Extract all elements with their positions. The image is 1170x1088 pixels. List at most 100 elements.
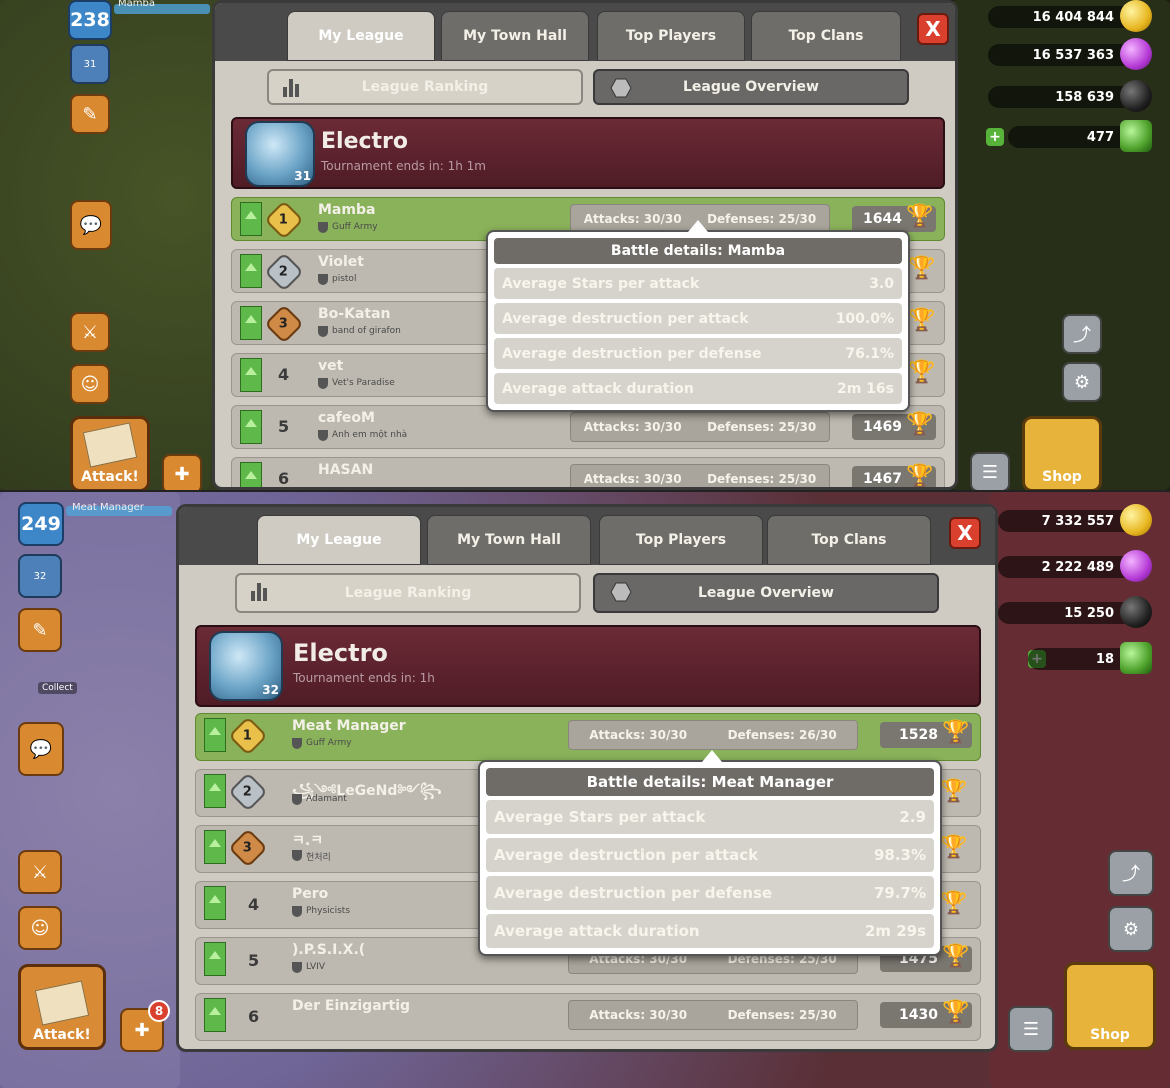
add-gems-button[interactable]: + — [986, 128, 1004, 146]
trophy-count: 1469 🏆 — [852, 412, 936, 440]
gem-counter: 477 — [1008, 120, 1152, 152]
edit-layout-icon[interactable]: ⤴ — [1062, 314, 1102, 354]
tab-label: My Town Hall — [457, 532, 561, 548]
rank-number: 1 — [243, 728, 253, 744]
rank-gold-badge-icon: 1 — [264, 200, 304, 240]
battle-details-popup: Battle details: Mamba Average Stars per … — [486, 220, 910, 412]
stat-label: Average attack duration — [502, 380, 694, 397]
edit-layout-icon[interactable]: ⤴ — [1108, 850, 1154, 896]
shop-button[interactable]: Shop — [1064, 962, 1156, 1050]
dark-elixir-counter: 158 639 — [988, 80, 1152, 112]
rank-bronze-badge-icon: 3 — [264, 304, 304, 344]
league-overview-button[interactable]: League Overview — [593, 573, 939, 613]
clan-name: Adamant — [306, 794, 347, 804]
promotion-arrow-icon — [204, 830, 226, 864]
rank-number: 5 — [278, 417, 290, 436]
stat-row: Average destruction per defense 79.7% — [486, 876, 934, 910]
player-level-badge[interactable]: 249 — [18, 502, 64, 546]
player-level-badge[interactable]: 238 — [68, 0, 112, 40]
promotion-arrow-icon — [240, 254, 262, 288]
league-ranking-button[interactable]: League Ranking — [267, 69, 583, 105]
close-button[interactable]: X — [917, 13, 949, 45]
player-level: 238 — [70, 9, 110, 31]
clan-badge-icon — [292, 850, 302, 861]
promotion-arrow-icon — [240, 358, 262, 392]
settings-gear-icon[interactable]: ⚙ — [1108, 906, 1154, 952]
trophy-icon: 🏆 — [908, 308, 936, 333]
shop-button[interactable]: Shop — [1022, 416, 1102, 490]
tab-top-players[interactable]: Top Players — [599, 515, 763, 565]
trophy-value: 1469 — [863, 419, 902, 435]
player-name: Bo-Katan — [318, 306, 391, 322]
ranking-row[interactable]: 6 Der Einzigartig Attacks: 30/30 Defenses… — [195, 993, 981, 1041]
trophy-icon: 🏆 — [942, 720, 970, 745]
swords-icon[interactable]: ⚔ — [18, 850, 62, 894]
builder-icon[interactable]: ☺ — [70, 364, 110, 404]
clan-name: pistol — [332, 274, 357, 284]
tab-my-town-hall[interactable]: My Town Hall — [427, 515, 591, 565]
attack-defense-stats: Attacks: 30/30 Defenses: 26/30 — [568, 720, 858, 750]
promotion-arrow-icon — [204, 886, 226, 920]
map-icon — [34, 980, 90, 1026]
notification-count: 8 — [154, 1004, 164, 1018]
league-name: Electro — [293, 639, 388, 667]
cwl-icon[interactable]: ✚ — [162, 454, 202, 490]
trophy-count: 1644 🏆 — [852, 204, 936, 232]
attack-button[interactable]: Attack! — [70, 416, 150, 490]
tab-my-league[interactable]: My League — [287, 11, 435, 61]
tab-top-players[interactable]: Top Players — [597, 11, 745, 61]
chat-icon[interactable]: 💬 — [70, 200, 112, 250]
settings-gear-icon[interactable]: ⚙ — [1062, 362, 1102, 402]
rank-gold-badge-icon: 1 — [228, 716, 268, 756]
player-name: Der Einzigartig — [292, 998, 411, 1014]
tab-top-clans[interactable]: Top Clans — [751, 11, 901, 61]
ranking-row[interactable]: 1 Meat Manager Guff Army Attacks: 30/30 D… — [195, 713, 981, 761]
notification-badge: 8 — [148, 1000, 170, 1022]
stat-value: 3.0 — [869, 275, 894, 292]
tab-my-league[interactable]: My League — [257, 515, 421, 565]
defenses-stat: Defenses: 25/30 — [707, 212, 817, 226]
dark-elixir-icon — [1120, 596, 1152, 628]
elixir-amount: 2 222 489 — [1041, 559, 1114, 575]
tab-my-town-hall[interactable]: My Town Hall — [441, 11, 589, 61]
news-icon[interactable]: ☰ — [970, 452, 1010, 490]
attacks-stat: Attacks: 30/30 — [583, 472, 682, 486]
attacks-stat: Attacks: 30/30 — [589, 728, 688, 742]
ranking-row[interactable]: 6 HASAN Attacks: 30/30 Defenses: 25/30 14… — [231, 457, 945, 487]
stat-label: Average Stars per attack — [494, 808, 706, 826]
trophy-value: 1528 — [899, 727, 938, 743]
league-ranking-button[interactable]: League Ranking — [235, 573, 581, 613]
player-name: ㅋ.ㅋ — [292, 833, 324, 849]
tasks-icon[interactable]: ✎ — [70, 94, 110, 134]
league-name: Electro — [321, 129, 409, 154]
close-button[interactable]: X — [949, 517, 981, 549]
rank-number: 1 — [279, 212, 289, 228]
builder-icon[interactable]: ☺ — [18, 906, 62, 950]
league-icon-button[interactable]: 32 — [18, 554, 62, 598]
gem-amount: 477 — [1086, 129, 1114, 145]
chat-icon[interactable]: 💬 — [18, 722, 64, 776]
player-name: vet — [318, 358, 344, 374]
hexagon-icon — [610, 78, 632, 98]
trophy-count: 1467 🏆 — [852, 464, 936, 487]
tasks-icon[interactable]: ✎ — [18, 608, 62, 652]
trophy-icon: 🏆 — [940, 779, 968, 804]
news-icon[interactable]: ☰ — [1008, 1006, 1054, 1052]
league-icon-button[interactable]: 31 — [70, 44, 110, 84]
elixir-icon — [1120, 550, 1152, 582]
attack-label: Attack! — [81, 469, 139, 485]
promotion-arrow-icon — [240, 202, 262, 236]
trophy-icon: 🏆 — [908, 360, 936, 385]
hexagon-icon — [610, 582, 632, 602]
collect-label[interactable]: Collect — [38, 682, 77, 694]
tab-top-clans[interactable]: Top Clans — [767, 515, 931, 565]
league-overview-button[interactable]: League Overview — [593, 69, 909, 105]
attack-button[interactable]: Attack! — [18, 964, 106, 1050]
swords-icon[interactable]: ⚔ — [70, 312, 110, 352]
tab-label: Top Players — [635, 532, 727, 548]
elixir-amount: 16 537 363 — [1032, 47, 1114, 63]
clan-badge-icon — [318, 378, 328, 389]
clan-badge-icon — [292, 794, 302, 805]
league-icon-number: 31 — [83, 58, 97, 70]
stat-label: Average destruction per defense — [494, 884, 773, 902]
